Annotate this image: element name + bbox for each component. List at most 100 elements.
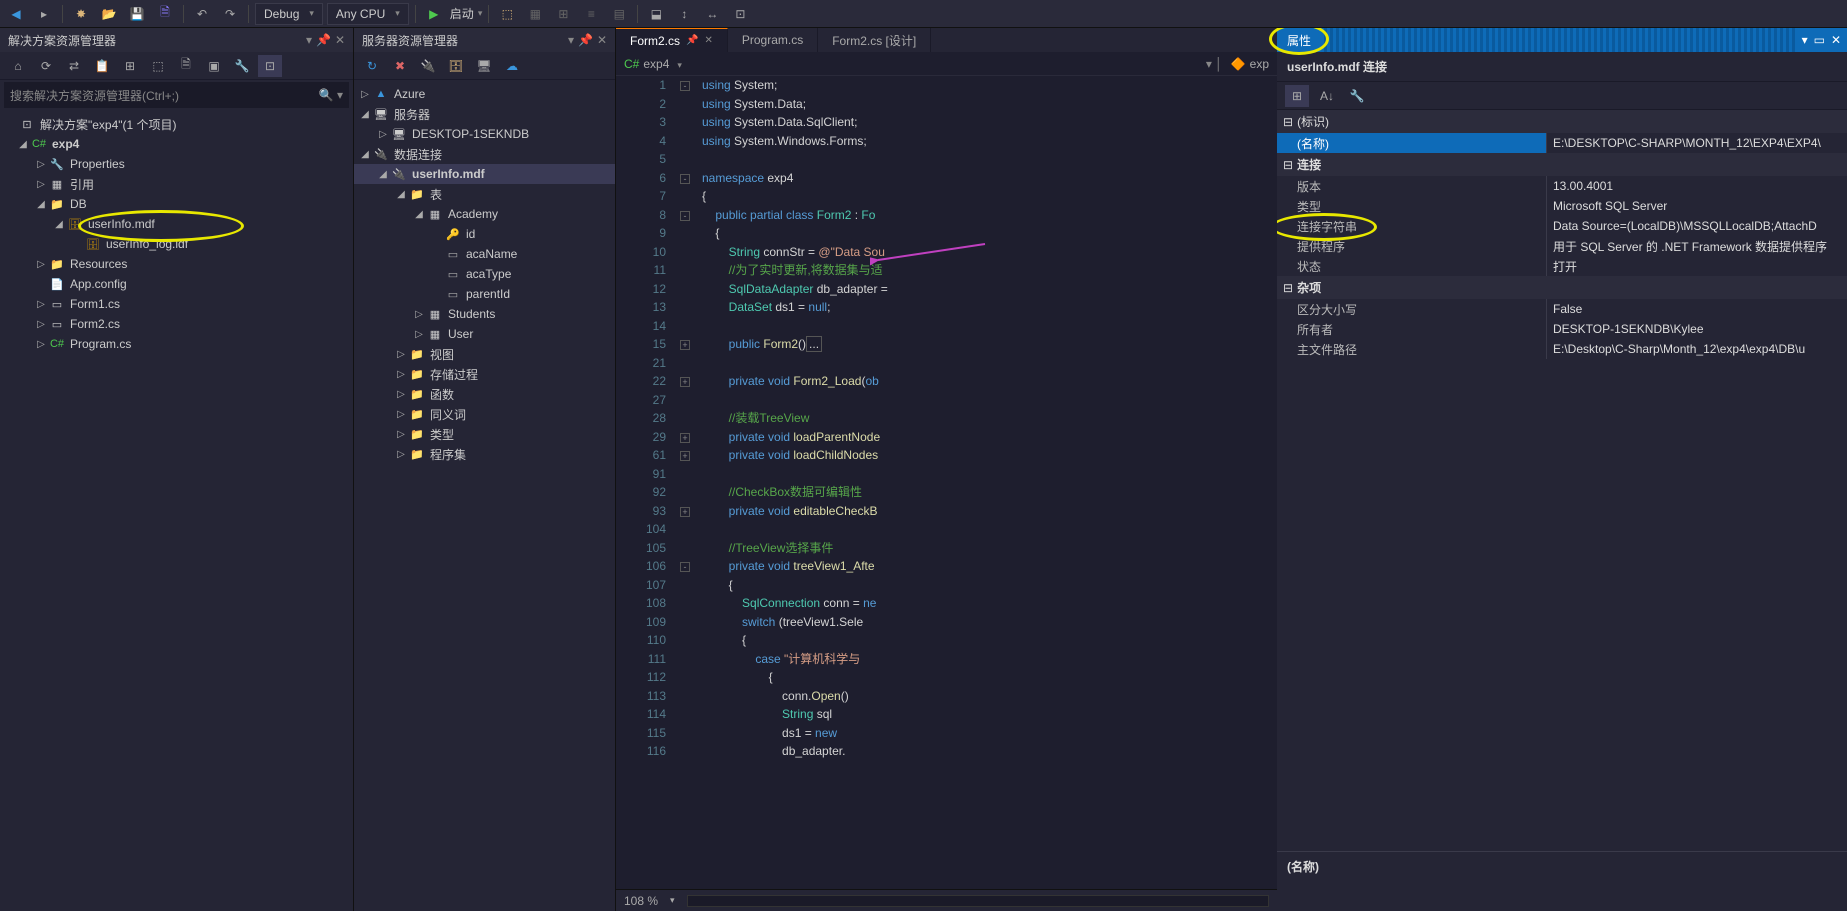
tb-se-6[interactable]: ⬚ (146, 55, 170, 77)
close-icon[interactable]: ✕ (704, 35, 712, 46)
tb-icon-8[interactable]: ↔ (700, 3, 724, 25)
server-icon[interactable]: 🖥 (472, 55, 496, 77)
references-node[interactable]: ▷▦引用 (0, 174, 353, 194)
procs-node[interactable]: ▷📁存储过程 (354, 364, 615, 384)
tab-program[interactable]: Program.cs (728, 28, 818, 52)
tb-icon-5[interactable]: ▤ (607, 3, 631, 25)
dropdown-icon[interactable]: ▾ (306, 33, 312, 47)
prop-state[interactable]: 状态打开 (1277, 256, 1847, 276)
tb-icon-4[interactable]: ≡ (579, 3, 603, 25)
breadcrumb-ns[interactable]: 🔶 exp (1231, 57, 1269, 71)
undo-icon[interactable]: ↶ (190, 3, 214, 25)
new-icon[interactable]: ✸ (69, 3, 93, 25)
desktop-node[interactable]: ▷🖥DESKTOP-1SEKNDB (354, 124, 615, 144)
prop-provider[interactable]: 提供程序用于 SQL Server 的 .NET Framework 数据提供程… (1277, 236, 1847, 256)
form2-file[interactable]: ▷▭Form2.cs (0, 314, 353, 334)
resources-folder[interactable]: ▷📁Resources (0, 254, 353, 274)
tb-se-10[interactable]: ⊡ (258, 55, 282, 77)
userinfo-conn[interactable]: ◢🔌userInfo.mdf (354, 164, 615, 184)
tables-node[interactable]: ◢📁表 (354, 184, 615, 204)
tb-icon-6[interactable]: ⬓ (644, 3, 668, 25)
tb-icon-1[interactable]: ⬚ (495, 3, 519, 25)
tb-se-7[interactable]: 🗎 (174, 55, 198, 77)
project-node[interactable]: ◢C#exp4 (0, 134, 353, 154)
prop-icon[interactable]: 🔧 (1345, 85, 1369, 107)
save-icon[interactable]: 💾 (125, 3, 149, 25)
zoom-level[interactable]: 108 % (624, 894, 658, 908)
pin-icon[interactable]: 📌 (316, 33, 331, 47)
acatype-col[interactable]: ▭acaType (354, 264, 615, 284)
redo-icon[interactable]: ↷ (218, 3, 242, 25)
start-label[interactable]: 启动 (450, 5, 474, 22)
db-icon[interactable]: 🗄 (444, 55, 468, 77)
tb-icon-3[interactable]: ⊞ (551, 3, 575, 25)
cloud-icon[interactable]: ☁ (500, 55, 524, 77)
user-table[interactable]: ▷▦User (354, 324, 615, 344)
userinfo-mdf[interactable]: ◢🗄userInfo.mdf (0, 214, 353, 234)
acaname-col[interactable]: ▭acaName (354, 244, 615, 264)
refresh-icon[interactable]: ⟳ (34, 55, 58, 77)
tb-icon-2[interactable]: ▦ (523, 3, 547, 25)
zoom-dropdown-icon[interactable]: ▾ (670, 895, 675, 906)
parentid-col[interactable]: ▭parentId (354, 284, 615, 304)
properties-node[interactable]: ▷🔧Properties (0, 154, 353, 174)
cat-connection[interactable]: ⊟连接 (1277, 153, 1847, 176)
search-placeholder[interactable]: 搜索解决方案资源管理器(Ctrl+;) (10, 87, 179, 104)
dropdown-icon[interactable]: ▾ (1802, 33, 1808, 47)
stop-icon[interactable]: ✖ (388, 55, 412, 77)
prop-connstr[interactable]: 连接字符串Data Source=(LocalDB)\MSSQLLocalDB;… (1277, 216, 1847, 236)
funcs-node[interactable]: ▷📁函数 (354, 384, 615, 404)
id-col[interactable]: 🔑id (354, 224, 615, 244)
tb-icon-9[interactable]: ⊡ (728, 3, 752, 25)
prop-casesens[interactable]: 区分大小写False (1277, 299, 1847, 319)
types-node[interactable]: ▷📁类型 (354, 424, 615, 444)
code-editor[interactable]: using System;using System.Data;using Sys… (694, 76, 1277, 889)
config-combo[interactable]: Debug (255, 3, 323, 25)
tb-se-5[interactable]: ⊞ (118, 55, 142, 77)
program-file[interactable]: ▷C#Program.cs (0, 334, 353, 354)
views-node[interactable]: ▷📁视图 (354, 344, 615, 364)
servers-node[interactable]: ◢🖥服务器 (354, 104, 615, 124)
fold-gutter[interactable]: - - - + + ++ + - (676, 76, 694, 889)
saveall-icon[interactable]: 🗎 (153, 3, 177, 25)
breadcrumb-project[interactable]: C# exp4 (624, 57, 682, 71)
students-table[interactable]: ▷▦Students (354, 304, 615, 324)
connect-icon[interactable]: 🔌 (416, 55, 440, 77)
platform-combo[interactable]: Any CPU (327, 3, 409, 25)
properties-tab[interactable]: 属性 (1277, 28, 1321, 52)
cat-icon[interactable]: ⊞ (1285, 85, 1309, 107)
synonyms-node[interactable]: ▷📁同义词 (354, 404, 615, 424)
cat-identity[interactable]: ⊟(标识) (1277, 110, 1847, 133)
nav-back-icon[interactable]: ◀ (4, 3, 28, 25)
assemblies-node[interactable]: ▷📁程序集 (354, 444, 615, 464)
prop-owner[interactable]: 所有者DESKTOP-1SEKNDB\Kylee (1277, 319, 1847, 339)
close-icon[interactable]: ✕ (335, 33, 345, 47)
solution-root[interactable]: ⊡解决方案"exp4"(1 个项目) (0, 114, 353, 134)
dropdown-icon[interactable]: ▾ (568, 33, 574, 47)
prop-name[interactable]: (名称)E:\DESKTOP\C-SHARP\MONTH_12\EXP4\EXP… (1277, 133, 1847, 153)
cat-misc[interactable]: ⊟杂项 (1277, 276, 1847, 299)
close-icon[interactable]: ✕ (1831, 33, 1841, 47)
tb-icon-7[interactable]: ↕ (672, 3, 696, 25)
close-icon[interactable]: ✕ (597, 33, 607, 47)
showall-icon[interactable]: ▣ (202, 55, 226, 77)
prop-mainpath[interactable]: 主文件路径E:\Desktop\C-Sharp\Month_12\exp4\ex… (1277, 339, 1847, 359)
home-icon[interactable]: ⌂ (6, 55, 30, 77)
h-scroll[interactable] (687, 895, 1269, 907)
open-icon[interactable]: 📂 (97, 3, 121, 25)
pin-icon[interactable]: 📌 (686, 35, 698, 46)
form1-file[interactable]: ▷▭Form1.cs (0, 294, 353, 314)
db-folder[interactable]: ◢📁DB (0, 194, 353, 214)
azure-node[interactable]: ▷▲Azure (354, 84, 615, 104)
userinfo-log[interactable]: 🗄userInfo_log.ldf (0, 234, 353, 254)
refresh-icon[interactable]: ↻ (360, 55, 384, 77)
pin-icon[interactable]: ▭ (1814, 33, 1825, 47)
sync-icon[interactable]: ⇄ (62, 55, 86, 77)
tb-se-4[interactable]: 📋 (90, 55, 114, 77)
pin-icon[interactable]: 📌 (578, 33, 593, 47)
tab-form2-design[interactable]: Form2.cs [设计] (818, 28, 931, 52)
wrench-icon[interactable]: 🔧 (230, 55, 254, 77)
appconfig-file[interactable]: 📄App.config (0, 274, 353, 294)
academy-table[interactable]: ◢▦Academy (354, 204, 615, 224)
prop-version[interactable]: 版本13.00.4001 (1277, 176, 1847, 196)
